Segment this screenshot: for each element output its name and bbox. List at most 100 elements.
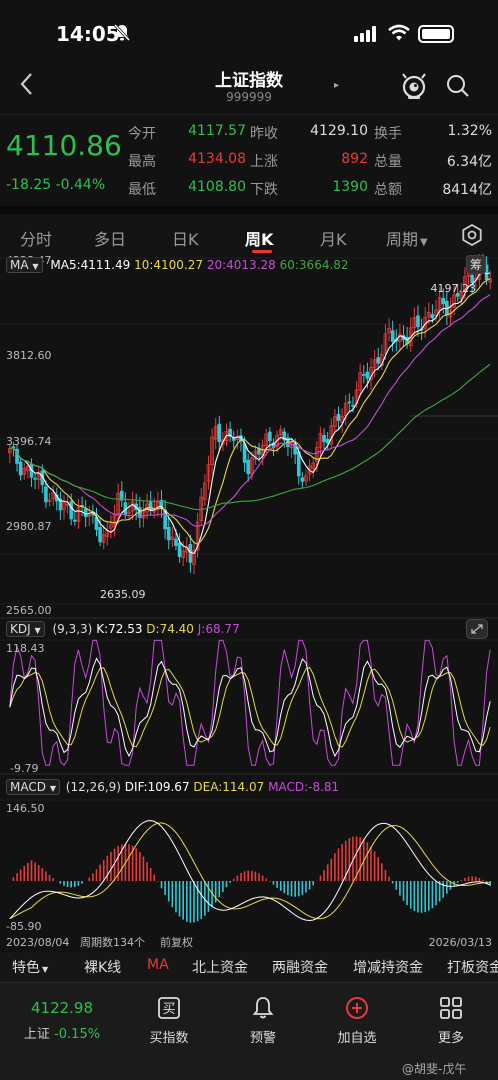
macd-indicator-selector[interactable]: MACD ▼ <box>6 779 60 795</box>
kline-chart-area[interactable]: 4228.473812.603396.742980.872565.004197.… <box>0 254 498 954</box>
indicator-tab-limit-up[interactable]: 打板资金 <box>447 957 498 977</box>
kdj-k-value: K:72.53 <box>96 622 143 636</box>
wifi-icon <box>388 24 410 47</box>
footer-index-quote[interactable]: 4122.98 上证 -0.15% <box>20 999 104 1042</box>
quote-value: 4108.80 <box>188 179 246 195</box>
buy-index-button[interactable]: 买 买指数 <box>134 995 204 1046</box>
price-axis-label: 2565.00 <box>6 604 52 617</box>
indicator-tab-naked-k[interactable]: 裸K线 <box>84 957 121 977</box>
change-value: -18.25 <box>6 177 52 193</box>
battery-icon <box>418 25 454 43</box>
kdj-legend: KDJ ▼ (9,3,3) K:72.53 D:74.40 J:68.77 <box>6 621 240 637</box>
footer-index-change: -0.15% <box>54 1027 101 1042</box>
macd-bar-value: MACD:-8.81 <box>268 780 340 794</box>
price-change: -18.25 -0.44% <box>6 177 105 193</box>
grid-icon <box>438 995 464 1021</box>
quote-value: 8414亿 <box>442 182 492 198</box>
candle-body <box>268 431 272 441</box>
quote-value: 4129.10 <box>310 123 368 139</box>
quote-value: 892 <box>341 151 368 167</box>
tab-daily-k[interactable]: 日K <box>172 226 199 250</box>
period-count-label: 周期数134个 <box>80 936 145 949</box>
ma10-value: 10:4100.27 <box>134 258 204 272</box>
buy-index-label: 买指数 <box>149 1031 189 1046</box>
kdj-j-line <box>9 639 491 766</box>
indicator-tab-bar: 特色 ▼ 裸K线 MA 北上资金 两融资金 增减持资金 打板资金 <box>0 952 498 982</box>
kdj-j-value: J:68.77 <box>197 622 240 636</box>
candle-body <box>390 330 395 342</box>
kdj-indicator-selector[interactable]: KDJ ▼ <box>6 621 45 637</box>
nav-bar: 上证指数 999999 ▸ <box>0 62 498 114</box>
quote-value: 4117.57 <box>188 123 246 139</box>
quote-label: 最低 <box>128 182 156 198</box>
alert-button[interactable]: 预警 <box>228 995 298 1046</box>
cellular-signal-icon <box>354 26 378 42</box>
ma-indicator-selector[interactable]: MA ▼ <box>6 257 43 273</box>
candle-body <box>166 527 171 541</box>
svg-text:买: 买 <box>162 1002 175 1017</box>
indicator-tab-ma[interactable]: MA <box>147 957 169 973</box>
indicator-tab-northbound[interactable]: 北上资金 <box>192 957 248 977</box>
search-icon[interactable] <box>446 74 470 98</box>
tab-weekly-k[interactable]: 周K <box>245 226 273 250</box>
quote-value: 6.34亿 <box>446 154 492 170</box>
candle-body <box>33 477 37 480</box>
candle-body <box>300 477 305 482</box>
macd-axis-label: 146.50 <box>6 802 45 815</box>
quote-label: 最高 <box>128 154 156 170</box>
quote-label: 下跌 <box>250 182 278 198</box>
tab-intraday[interactable]: 分时 <box>20 226 52 250</box>
candle-body <box>231 438 236 441</box>
axis-end-date: 2026/03/13 <box>429 936 492 949</box>
more-button[interactable]: 更多 <box>416 995 486 1046</box>
kline-chart-svg[interactable]: 4228.473812.603396.742980.872565.004197.… <box>0 254 498 952</box>
active-tab-indicator <box>252 250 272 253</box>
tab-multi-day[interactable]: 多日 <box>94 226 126 250</box>
current-price: 4110.86 <box>6 129 122 162</box>
candle-body <box>430 314 435 319</box>
buy-icon: 买 <box>156 995 182 1021</box>
bell-icon <box>250 995 276 1021</box>
adjust-mode-label: 前复权 <box>160 935 193 949</box>
kdj-axis-label: -9.79 <box>10 762 38 775</box>
expand-icon[interactable] <box>466 619 488 642</box>
candle-body <box>336 414 341 421</box>
candle-body <box>322 434 326 443</box>
candle-body <box>347 401 352 404</box>
quote-value: 4134.08 <box>188 151 246 167</box>
add-watchlist-button[interactable]: 加自选 <box>322 995 392 1046</box>
macd-legend: MACD ▼ (12,26,9) DIF:109.67 DEA:114.07 M… <box>6 779 339 795</box>
footer-index-value: 4122.98 <box>30 999 94 1017</box>
mute-bell-icon <box>113 23 131 46</box>
chip-distribution-button[interactable]: 筹 <box>466 255 487 274</box>
indicator-tab-special[interactable]: 特色 ▼ <box>12 957 48 977</box>
dropdown-triangle-icon: ▼ <box>42 965 49 974</box>
price-axis-label: 3396.74 <box>6 435 52 448</box>
quote-value: 1.32% <box>447 123 492 139</box>
assistant-robot-icon[interactable] <box>400 72 428 100</box>
kdj-params: (9,3,3) <box>52 622 93 636</box>
kdj-d-value: D:74.40 <box>146 622 194 636</box>
ma-legend: MA ▼ MA5:4111.49 10:4100.27 20:4013.28 6… <box>6 257 349 273</box>
candle-body <box>148 501 153 511</box>
settings-gear-icon[interactable] <box>461 223 483 247</box>
macd-dif-value: DIF:109.67 <box>124 780 190 794</box>
candle-body <box>217 423 222 443</box>
tab-period-dropdown[interactable]: 周期 ▼ <box>386 226 428 250</box>
candle-body <box>73 519 77 522</box>
indicator-tab-holdings[interactable]: 增减持资金 <box>353 957 423 977</box>
macd-params: (12,26,9) <box>65 780 121 794</box>
tab-monthly-k[interactable]: 月K <box>320 226 347 250</box>
kdj-k-line <box>9 657 491 758</box>
quote-label: 上涨 <box>250 154 278 170</box>
candle-body <box>188 544 193 563</box>
next-stock-arrow-icon[interactable]: ▸ <box>334 80 339 91</box>
candle-body <box>18 461 23 476</box>
indicator-tab-margin[interactable]: 两融资金 <box>272 957 328 977</box>
quote-value: 1390 <box>332 179 368 195</box>
quote-panel: 4110.86 -18.25 -0.44% 今开 4117.57 昨收 4129.10… <box>0 114 498 206</box>
add-watchlist-label: 加自选 <box>337 1031 377 1046</box>
footer-index-name: 上证 <box>23 1027 50 1042</box>
candle-body <box>441 298 446 305</box>
macd-dea-value: DEA:114.07 <box>193 780 265 794</box>
